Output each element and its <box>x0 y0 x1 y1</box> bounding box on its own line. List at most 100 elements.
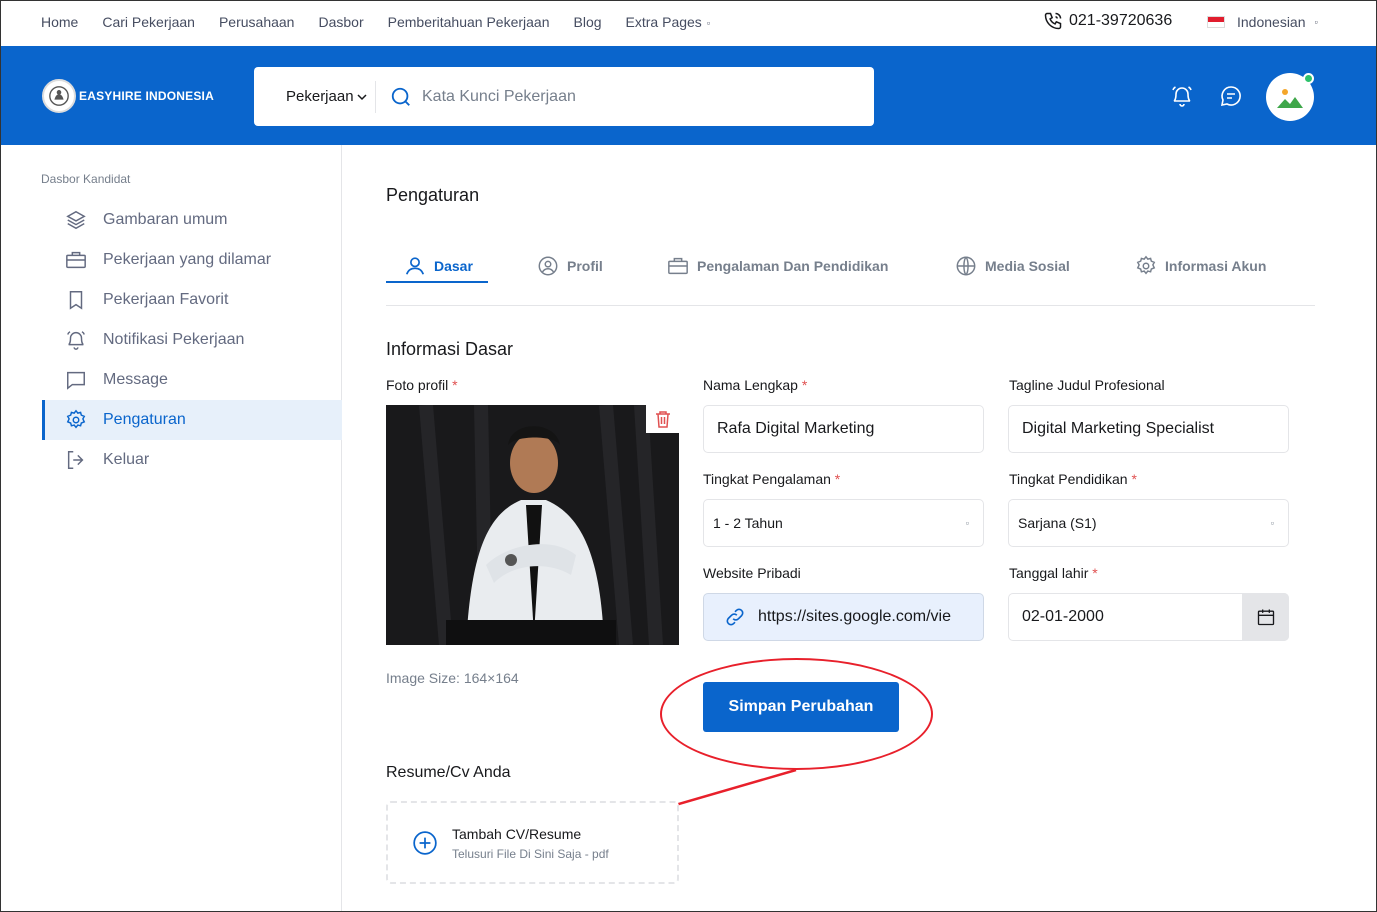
profile-photo-image <box>386 405 679 645</box>
resume-title: Resume/Cv Anda <box>386 764 511 781</box>
full-name-label-text: Nama Lengkap <box>703 377 798 393</box>
nav-blog[interactable]: Blog <box>574 14 602 30</box>
link-icon <box>726 608 744 626</box>
search-category-label: Pekerjaan <box>286 88 354 105</box>
header-icons <box>1170 84 1243 108</box>
tagline-input[interactable] <box>1022 420 1288 438</box>
nav-extra-pages[interactable]: Extra Pages ▫ <box>626 14 710 30</box>
search-category-select[interactable]: Pekerjaan <box>254 80 376 113</box>
active-tab-indicator <box>386 281 488 283</box>
gear-icon <box>64 408 88 432</box>
nav-extra-pages-label: Extra Pages <box>625 14 702 30</box>
tagline-field <box>1008 405 1289 453</box>
add-resume-hint: Telusuri File Di Sini Saja - pdf <box>452 847 609 861</box>
sidebar-item-label: Keluar <box>103 451 150 468</box>
experience-select[interactable]: 1 - 2 Tahun ▫ <box>703 499 984 547</box>
chevron-down-icon: ▫ <box>706 18 711 29</box>
bookmark-icon <box>64 288 88 312</box>
sidebar-item-settings[interactable]: Pengaturan <box>42 400 342 440</box>
tab-experience-education[interactable]: Pengalaman Dan Pendidikan <box>667 248 888 284</box>
user-icon <box>405 257 425 275</box>
photo-label-text: Foto profil <box>386 377 449 393</box>
user-avatar[interactable] <box>1266 73 1314 121</box>
top-nav: Home Cari Pekerjaan Perusahaan Dasbor Pe… <box>41 14 710 30</box>
required-mark: * <box>1092 565 1098 581</box>
top-bar: Home Cari Pekerjaan Perusahaan Dasbor Pe… <box>0 0 1377 46</box>
annotation-highlight-circle <box>660 658 933 770</box>
layers-icon <box>64 208 88 232</box>
chevron-down-icon: ▫ <box>1314 17 1318 27</box>
calendar-icon <box>1257 609 1274 626</box>
globe-icon <box>956 256 976 276</box>
sidebar-item-job-alerts[interactable]: Notifikasi Pekerjaan <box>42 320 342 360</box>
experience-value: 1 - 2 Tahun <box>713 515 783 531</box>
tagline-label: Tagline Judul Profesional <box>1009 377 1165 393</box>
search-bar: Pekerjaan <box>254 67 874 126</box>
chat-icon[interactable] <box>1219 84 1243 108</box>
sidebar-item-label: Message <box>103 371 168 388</box>
required-mark: * <box>834 471 841 487</box>
date-picker-button[interactable] <box>1242 593 1289 641</box>
briefcase-icon <box>64 248 88 272</box>
tab-basic[interactable]: Dasar <box>404 248 473 284</box>
settings-tabs: Dasar Profil Pengalaman Dan Pendidikan M… <box>386 240 1315 306</box>
brand-logo[interactable]: EASYHIRE INDONESIA <box>42 79 214 113</box>
tab-social-media[interactable]: Media Sosial <box>955 248 1070 284</box>
tab-label: Pengalaman Dan Pendidikan <box>697 258 889 274</box>
briefcase-icon <box>668 257 688 275</box>
sidebar-item-label: Pekerjaan yang dilamar <box>103 251 272 268</box>
education-label-text: Tingkat Pendidikan <box>1009 471 1128 487</box>
nav-job-alerts[interactable]: Pemberitahuan Pekerjaan <box>388 14 550 30</box>
sidebar-item-favorite-jobs[interactable]: Pekerjaan Favorit <box>42 280 342 320</box>
birthdate-label: Tanggal lahir * <box>1009 565 1098 581</box>
online-status-dot <box>1303 73 1314 84</box>
chevron-down-icon: ▫ <box>1270 518 1274 528</box>
logout-icon <box>64 448 88 472</box>
education-value: Sarjana (S1) <box>1018 515 1097 531</box>
sidebar-item-logout[interactable]: Keluar <box>42 440 342 480</box>
tab-profile[interactable]: Profil <box>537 248 603 284</box>
sidebar-item-overview[interactable]: Gambaran umum <box>42 200 342 240</box>
nav-home[interactable]: Home <box>41 14 78 30</box>
experience-label: Tingkat Pengalaman * <box>703 471 840 487</box>
nav-find-jobs[interactable]: Cari Pekerjaan <box>102 14 195 30</box>
section-title-basic-info: Informasi Dasar <box>386 339 514 359</box>
phone-contact[interactable]: 021-39720636 <box>1043 11 1172 31</box>
bell-icon[interactable] <box>1170 84 1194 108</box>
full-name-field <box>703 405 984 453</box>
trash-icon <box>655 411 670 428</box>
tab-label: Informasi Akun <box>1165 258 1267 274</box>
user-circle-icon <box>538 256 558 276</box>
language-selector[interactable]: Indonesian ▫ <box>1207 14 1318 30</box>
search-input[interactable] <box>422 87 822 106</box>
search-icon <box>391 87 410 106</box>
sidebar-item-label: Gambaran umum <box>103 211 228 228</box>
required-mark: * <box>801 377 808 393</box>
sidebar: Dasbor Kandidat Gambaran umum Pekerjaan … <box>0 145 342 912</box>
plus-circle-icon <box>413 831 437 855</box>
education-select[interactable]: Sarjana (S1) ▫ <box>1008 499 1289 547</box>
tab-label: Media Sosial <box>985 258 1070 274</box>
profile-photo[interactable] <box>386 405 679 645</box>
chevron-down-icon <box>357 93 367 100</box>
tab-label: Profil <box>567 258 603 274</box>
nav-companies[interactable]: Perusahaan <box>219 14 295 30</box>
education-label: Tingkat Pendidikan * <box>1009 471 1137 487</box>
website-input[interactable] <box>758 608 983 626</box>
page-title: Pengaturan <box>386 185 480 205</box>
image-placeholder-icon <box>1277 86 1303 108</box>
delete-photo-button[interactable] <box>646 405 679 433</box>
add-resume-label: Tambah CV/Resume <box>452 826 582 842</box>
full-name-input[interactable] <box>717 420 983 438</box>
sidebar-title: Dasbor Kandidat <box>41 172 131 186</box>
full-name-label: Nama Lengkap * <box>703 377 807 393</box>
sidebar-item-message[interactable]: Message <box>42 360 342 400</box>
add-resume-dropzone[interactable]: Tambah CV/Resume Telusuri File Di Sini S… <box>386 801 679 884</box>
photo-label: Foto profil * <box>386 377 458 393</box>
sidebar-item-applied-jobs[interactable]: Pekerjaan yang dilamar <box>42 240 342 280</box>
website-field <box>703 593 984 641</box>
experience-label-text: Tingkat Pengalaman <box>703 471 831 487</box>
sidebar-item-label: Notifikasi Pekerjaan <box>103 331 245 348</box>
nav-dashboard[interactable]: Dasbor <box>318 14 363 30</box>
tab-account-info[interactable]: Informasi Akun <box>1135 248 1266 284</box>
